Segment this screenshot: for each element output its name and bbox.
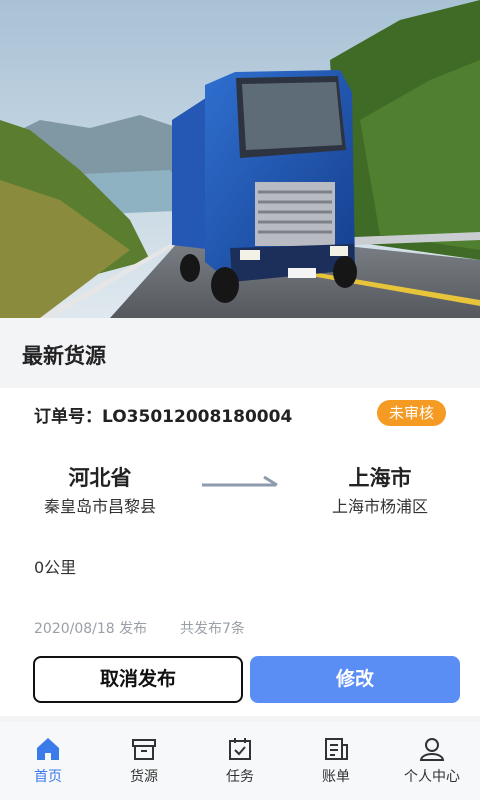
section-header: 最新货源 (0, 318, 480, 388)
distance: 0公里 (34, 558, 77, 577)
nav-item-tasks[interactable]: 任务 (192, 722, 288, 800)
box-icon (132, 739, 156, 760)
publish-count: 共发布7条 (180, 621, 245, 637)
nav-label-home: 首页 (34, 769, 62, 785)
nav-label-tasks: 任务 (226, 769, 254, 785)
nav-item-cargo[interactable]: 货源 (96, 722, 192, 800)
nav-label-cargo: 货源 (130, 769, 158, 785)
cancel-publish-button[interactable]: 取消发布 (33, 656, 243, 703)
order-number: LO35012008180004 (102, 407, 293, 427)
hero-banner-image (0, 0, 480, 318)
nav-item-profile[interactable]: 个人中心 (384, 722, 480, 800)
nav-item-bills[interactable]: 账单 (288, 722, 384, 800)
status-badge: 未审核 (376, 400, 446, 426)
destination-province: 上海市 (348, 466, 412, 490)
nav-label-bills: 账单 (322, 769, 350, 785)
bottom-nav: 首页 货源 任务 账单 个人中心 (0, 722, 480, 800)
origin-province: 河北省 (68, 466, 132, 490)
home-icon (37, 738, 59, 760)
route-arrow-icon (202, 476, 278, 487)
nav-item-home[interactable]: 首页 (0, 722, 96, 800)
destination-city: 上海市杨浦区 (331, 497, 428, 516)
order-number-label: 订单号： (34, 407, 102, 427)
section-title: 最新货源 (22, 344, 106, 368)
modify-button[interactable]: 修改 (250, 656, 460, 703)
order-number-row: 订单号：LO35012008180004 (34, 402, 292, 427)
calendar-check-icon (229, 738, 251, 760)
publish-date: 2020/08/18 发布 (34, 621, 148, 637)
nav-label-profile: 个人中心 (404, 769, 460, 785)
user-icon (419, 738, 445, 761)
origin-city: 秦皇岛市昌黎县 (43, 497, 156, 516)
bill-icon (325, 738, 348, 760)
order-card[interactable]: 订单号：LO35012008180004 未审核 河北省 秦皇岛市昌黎县 上海市… (0, 388, 480, 716)
